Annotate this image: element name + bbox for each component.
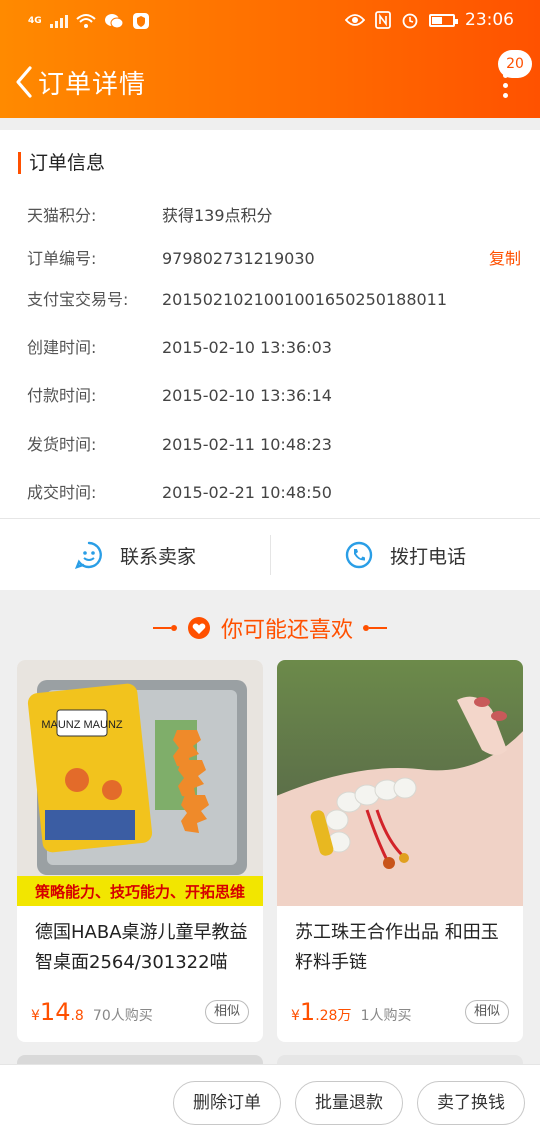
contact-seller-button[interactable]: 联系卖家 <box>0 519 270 591</box>
bottom-action-bar: 删除订单 批量退款 卖了换钱 <box>0 1064 540 1140</box>
info-row-points: 天猫积分: 获得139点积分 <box>27 204 527 228</box>
info-value: 2015021021001001650250188011 <box>162 290 448 309</box>
info-label: 订单编号: <box>27 249 97 268</box>
info-row-created: 创建时间: 2015-02-10 13:36:03 <box>27 336 527 360</box>
order-detail-page: 4G 23:06 订单详情 20 订单信息 天猫积分: 获得139点积分 订单编… <box>0 0 540 1140</box>
info-row-shipped: 发货时间: 2015-02-11 10:48:23 <box>27 433 527 457</box>
back-arrow-icon[interactable] <box>10 62 40 102</box>
heart-icon <box>187 617 210 639</box>
product-price: ¥1.28万 1人购买 <box>291 998 411 1026</box>
nfc-icon <box>375 11 391 29</box>
decoration-left <box>152 625 177 631</box>
similar-button[interactable]: 相似 <box>464 1000 509 1024</box>
info-value: 获得139点积分 <box>162 206 273 225</box>
info-label: 天猫积分: <box>27 206 97 225</box>
info-row-alipay-number: 支付宝交易号: 2015021021001001650250188011 <box>27 288 527 312</box>
phone-icon <box>345 541 373 569</box>
product-name[interactable]: 德国HABA桌游儿童早教益智桌面2564/301322喵 <box>35 918 249 978</box>
price-integer: 14 <box>39 998 71 1026</box>
signal-icon <box>49 14 68 28</box>
header: 4G 23:06 订单详情 20 <box>0 0 540 118</box>
info-value: 2015-02-10 13:36:03 <box>162 338 332 357</box>
info-label: 付款时间: <box>27 386 97 405</box>
recommend-title: 你可能还喜欢 <box>220 618 353 643</box>
message-count-badge[interactable]: 20 <box>498 50 532 78</box>
price-currency: ¥ <box>31 1008 40 1024</box>
info-value: 979802731219030 <box>162 249 315 268</box>
wechat-icon <box>104 14 124 29</box>
more-dot-icon <box>502 93 508 98</box>
contact-bar: 联系卖家 拨打电话 <box>0 518 540 590</box>
product-card[interactable]: MAUNZ MAUNZ 策略能力、技巧能力、开拓思维 德国HABA桌游儿童早教益… <box>17 660 263 1042</box>
similar-button[interactable]: 相似 <box>204 1000 249 1024</box>
info-value: 2015-02-11 10:48:23 <box>162 435 332 454</box>
section-title: 订单信息 <box>18 152 105 174</box>
delete-order-button[interactable]: 删除订单 <box>173 1081 281 1125</box>
recommend-header: 你可能还喜欢 <box>0 606 540 650</box>
price-decimal: .28 <box>315 1008 338 1024</box>
clock-time: 23:06 <box>465 10 514 30</box>
info-label: 支付宝交易号: <box>27 290 129 309</box>
order-info-card: 订单信息 天猫积分: 获得139点积分 订单编号: 97980273121903… <box>0 130 540 518</box>
status-bar: 4G 23:06 <box>0 0 540 44</box>
product-image-brand: MAUNZ MAUNZ <box>41 719 123 731</box>
price-decimal: .8 <box>70 1008 84 1024</box>
product-image-caption: 策略能力、技巧能力、开拓思维 <box>34 883 245 901</box>
product-price: ¥14.8 70人购买 <box>31 998 153 1026</box>
info-label: 成交时间: <box>27 483 97 502</box>
info-row-completed: 成交时间: 2015-02-21 10:48:50 <box>27 481 527 505</box>
status-left: 4G <box>28 12 150 30</box>
wifi-icon <box>75 14 96 28</box>
call-phone-button[interactable]: 拨打电话 <box>270 519 540 591</box>
product-name[interactable]: 苏工珠王合作出品 和田玉籽料手链 <box>295 918 509 978</box>
info-label: 发货时间: <box>27 435 97 454</box>
battery-icon <box>429 13 458 27</box>
sold-count: 70人购买 <box>92 1008 153 1024</box>
info-row-order-number: 订单编号: 979802731219030 复制 <box>27 247 527 271</box>
price-unit: 万 <box>337 1008 352 1024</box>
product-card[interactable]: 苏工珠王合作出品 和田玉籽料手链 ¥1.28万 1人购买 相似 <box>277 660 523 1042</box>
nav-bar: 订单详情 20 <box>0 50 540 112</box>
call-phone-label: 拨打电话 <box>389 545 466 568</box>
copy-button[interactable]: 复制 <box>489 247 521 271</box>
alarm-icon <box>402 13 418 29</box>
price-integer: 1 <box>299 998 316 1026</box>
info-row-paid: 付款时间: 2015-02-10 13:36:14 <box>27 384 527 408</box>
price-currency: ¥ <box>291 1008 300 1024</box>
product-image[interactable]: MAUNZ MAUNZ 策略能力、技巧能力、开拓思维 <box>17 660 263 906</box>
info-value: 2015-02-10 13:36:14 <box>162 386 332 405</box>
page-title: 订单详情 <box>38 70 147 100</box>
info-label: 创建时间: <box>27 338 97 357</box>
network-type: 4G <box>28 15 42 26</box>
shield-icon <box>132 13 149 29</box>
sold-count: 1人购买 <box>360 1008 412 1024</box>
more-dot-icon <box>502 83 508 88</box>
product-image[interactable] <box>277 660 523 906</box>
chat-icon <box>74 541 102 569</box>
batch-refund-button[interactable]: 批量退款 <box>295 1081 403 1125</box>
sell-for-cash-button[interactable]: 卖了换钱 <box>417 1081 525 1125</box>
eye-icon <box>345 14 365 26</box>
contact-seller-label: 联系卖家 <box>119 545 196 568</box>
status-right: 23:06 <box>345 10 514 30</box>
info-value: 2015-02-21 10:48:50 <box>162 483 332 502</box>
decoration-right <box>363 625 387 631</box>
